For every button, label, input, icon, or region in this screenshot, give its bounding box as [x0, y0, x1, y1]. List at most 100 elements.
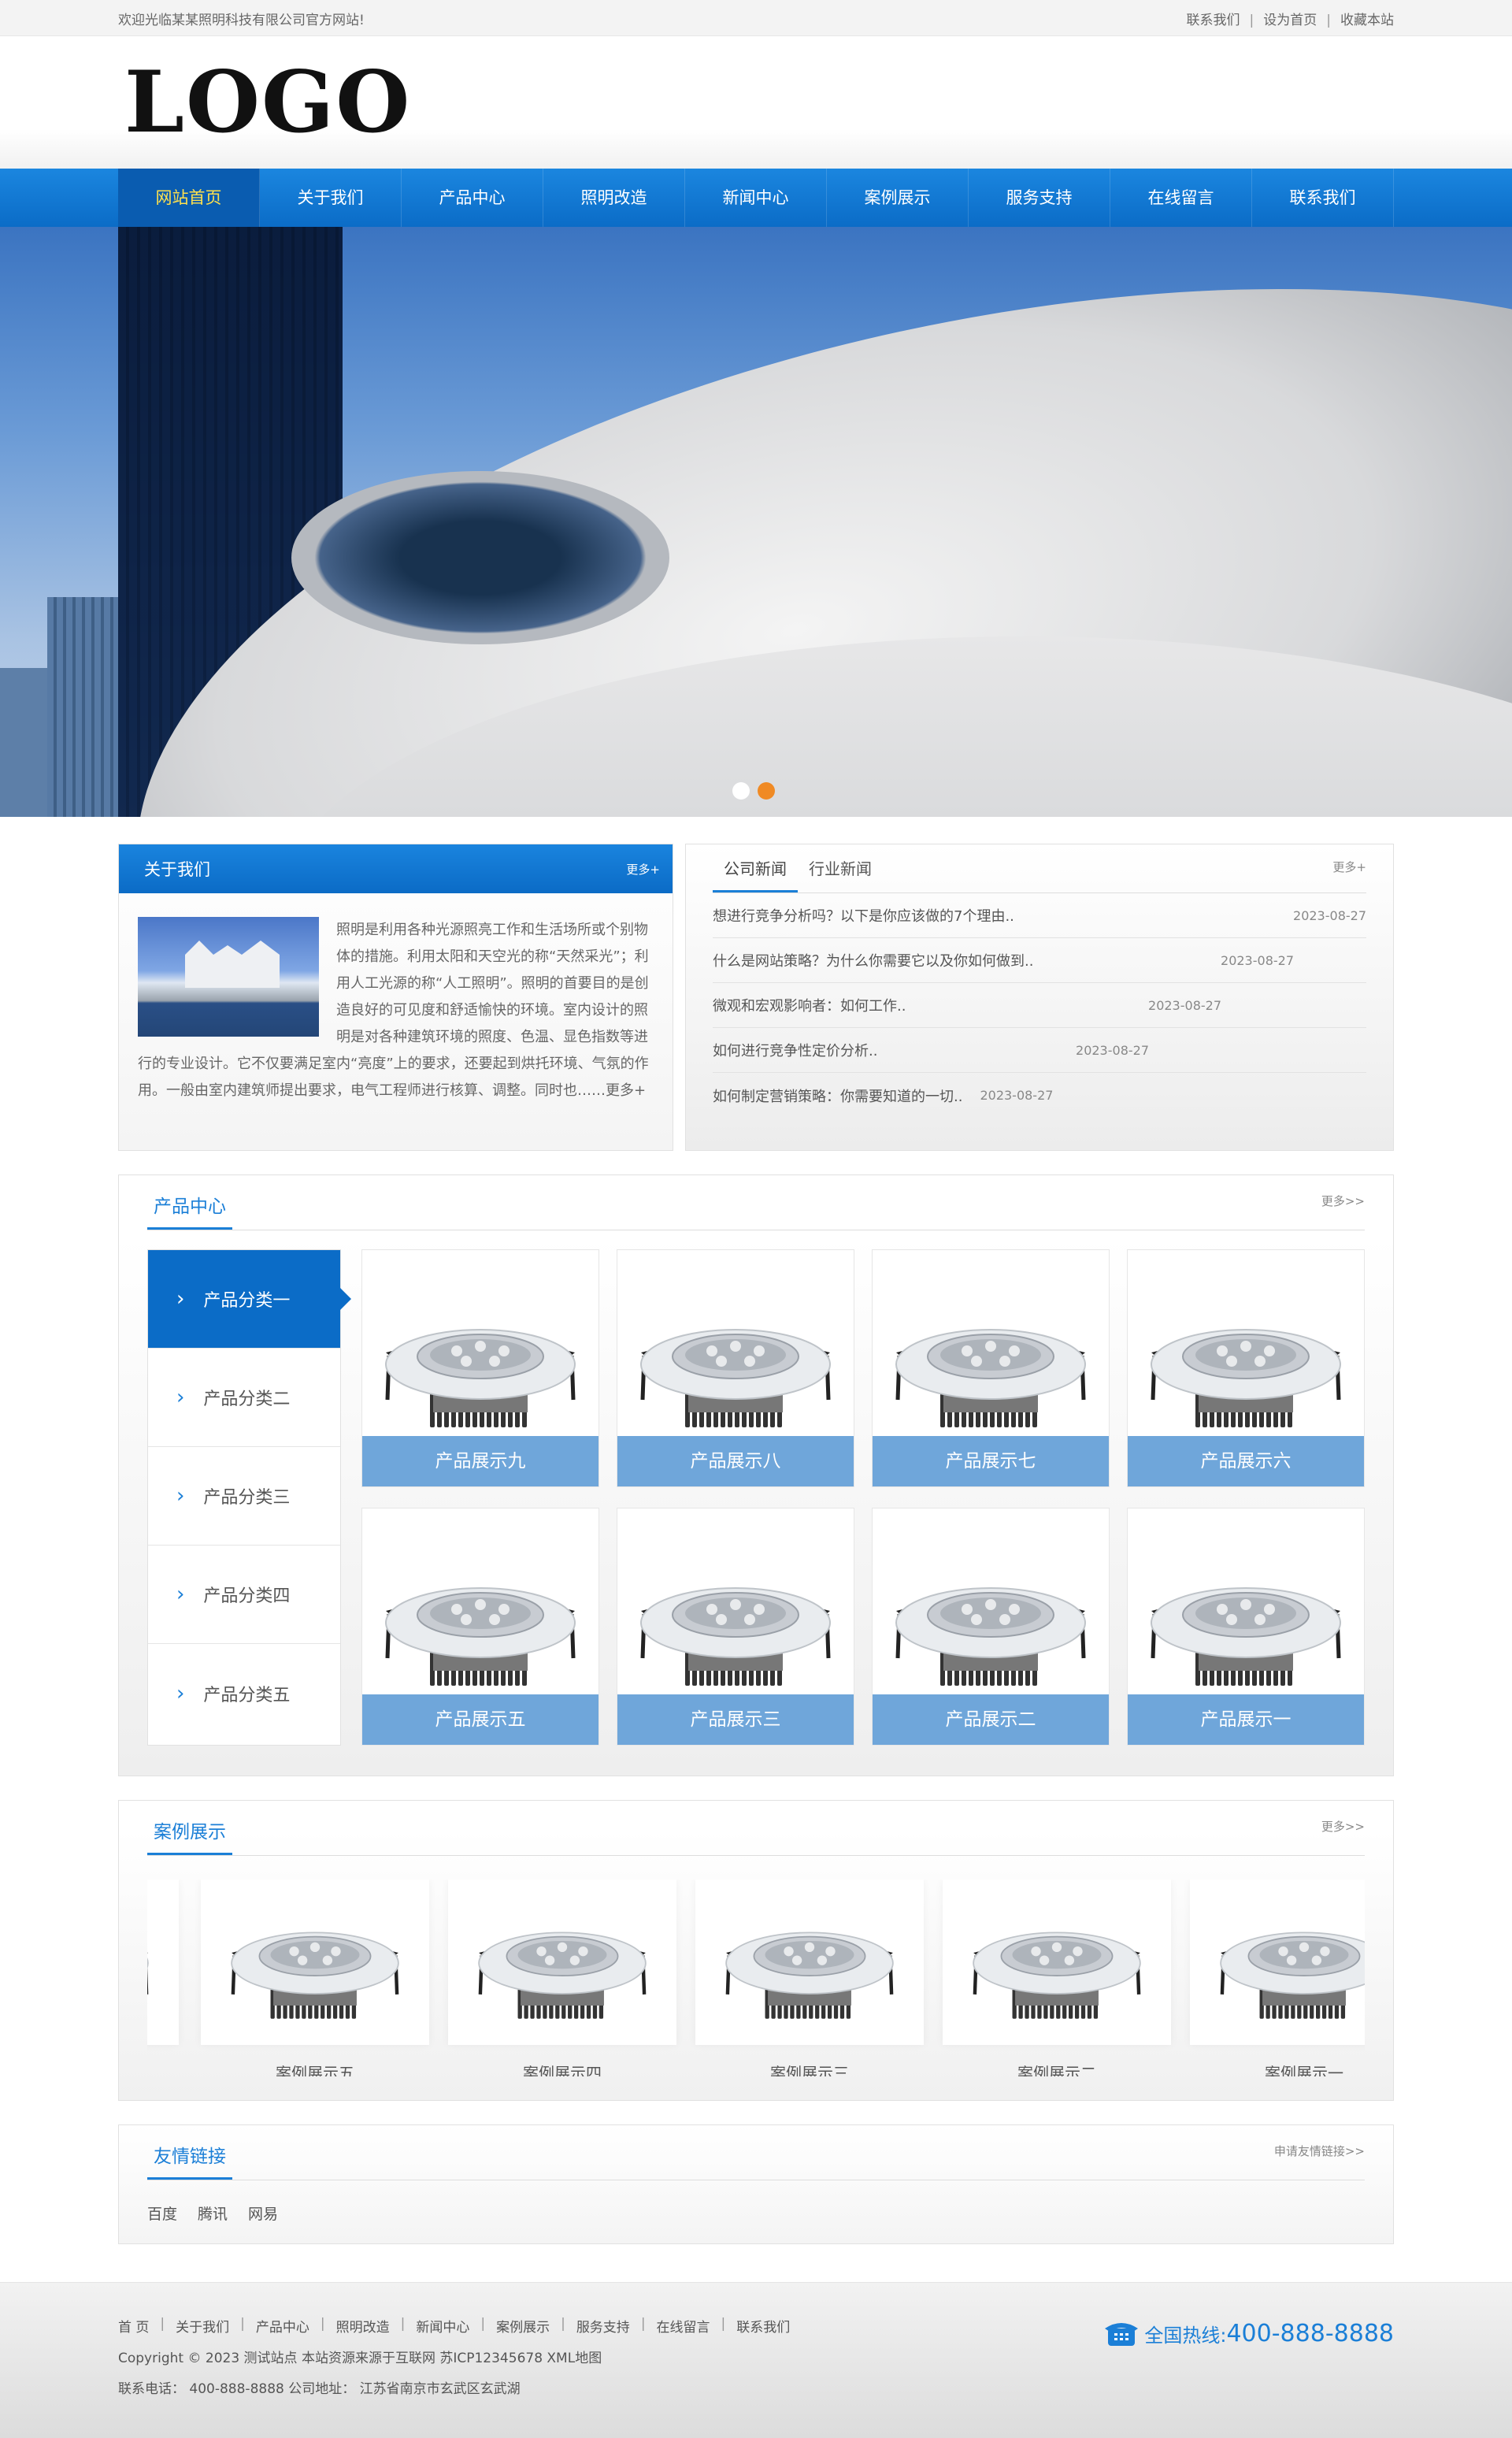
footer-link-products[interactable]: 产品中心	[256, 2316, 309, 2336]
case-item[interactable]: 案例展示一	[1190, 1880, 1365, 2076]
friend-link-baidu[interactable]: 百度	[147, 2202, 177, 2224]
footer-link-cases[interactable]: 案例展示	[496, 2316, 550, 2336]
case-carousel: 案例展示五 案例展示四 案例展示三 案例展示二 案例展示一	[147, 1880, 1365, 2076]
product-category-item[interactable]: › 产品分类五	[148, 1644, 340, 1742]
case-header: 案例展示 更多>>	[147, 1801, 1365, 1856]
product-card[interactable]: 产品展示八	[617, 1249, 854, 1487]
case-item[interactable]: 案例展示四	[448, 1880, 676, 2076]
news-more-link[interactable]: 更多+	[1332, 859, 1366, 892]
friend-links-section: 友情链接 申请友情链接>> 百度 腾讯 网易	[118, 2124, 1394, 2244]
product-category-item[interactable]: › 产品分类二	[148, 1349, 340, 1447]
tab-company-news[interactable]: 公司新闻	[713, 856, 798, 892]
apply-friend-link[interactable]: 申请友情链接>>	[1274, 2143, 1365, 2180]
logo[interactable]: LOGO	[118, 36, 1394, 169]
case-item[interactable]: 案例展示三	[695, 1880, 924, 2076]
banner-building	[0, 668, 47, 817]
product-card[interactable]: 产品展示六	[1127, 1249, 1365, 1487]
category-label: 产品分类二	[203, 1390, 291, 1409]
footer-link-retrofit[interactable]: 照明改造	[336, 2316, 390, 2336]
separator: |	[721, 2316, 726, 2332]
separator: |	[240, 2316, 245, 2332]
product-caption: 产品展示一	[1128, 1694, 1364, 1745]
separator: |	[320, 2316, 325, 2332]
product-image	[1136, 1564, 1356, 1701]
news-date: 2023-08-27	[1148, 997, 1221, 1013]
nav-item-message[interactable]: 在线留言	[1110, 169, 1252, 227]
news-date: 2023-08-27	[1293, 907, 1366, 923]
case-more-link[interactable]: 更多>>	[1321, 1818, 1365, 1855]
footer-link-news[interactable]: 新闻中心	[416, 2316, 469, 2336]
product-category-item[interactable]: › 产品分类四	[148, 1546, 340, 1644]
footer-link-message[interactable]: 在线留言	[657, 2316, 710, 2336]
product-card[interactable]: 产品展示五	[361, 1508, 599, 1746]
news-date: 2023-08-27	[1076, 1042, 1149, 1058]
slider-dot-1[interactable]	[732, 782, 750, 800]
product-image	[1136, 1305, 1356, 1442]
product-header: 产品中心 更多>>	[147, 1175, 1365, 1230]
friend-link-netease[interactable]: 网易	[248, 2202, 278, 2224]
product-image	[880, 1564, 1101, 1701]
nav-item-lighting-retrofit[interactable]: 照明改造	[543, 169, 685, 227]
category-label: 产品分类四	[203, 1586, 291, 1606]
footer-link-service[interactable]: 服务支持	[576, 2316, 630, 2336]
nav-item-cases[interactable]: 案例展示	[827, 169, 969, 227]
top-link-contact[interactable]: 联系我们	[1187, 13, 1240, 28]
news-item[interactable]: 如何进行竞争性定价分析.. 2023-08-27	[713, 1028, 1366, 1073]
about-text-more-link[interactable]: 更多+	[606, 1082, 646, 1099]
news-item[interactable]: 什么是网站策略？为什么你需要它以及你如何做到.. 2023-08-27	[713, 938, 1366, 983]
product-image	[625, 1564, 846, 1701]
case-image	[147, 1880, 179, 2045]
product-category-item[interactable]: › 产品分类三	[148, 1447, 340, 1546]
separator: |	[1326, 12, 1331, 28]
product-image	[370, 1305, 591, 1442]
chevron-right-icon: ›	[176, 1583, 185, 1606]
friend-link-tencent[interactable]: 腾讯	[198, 2202, 228, 2224]
case-image	[1190, 1880, 1365, 2045]
chevron-right-icon: ›	[176, 1386, 185, 1409]
case-image	[943, 1880, 1171, 2045]
case-item[interactable]: 案例展示二	[943, 1880, 1171, 2076]
news-item[interactable]: 如何制定营销策略：你需要知道的一切.. 2023-08-27	[713, 1073, 1366, 1118]
product-card[interactable]: 产品展示三	[617, 1508, 854, 1746]
tab-industry-news[interactable]: 行业新闻	[798, 856, 883, 892]
product-card[interactable]: 产品展示九	[361, 1249, 599, 1487]
product-category-list: › 产品分类一 › 产品分类二 › 产品分类三 › 产品分类四 › 产品分类五	[147, 1249, 351, 1746]
nav-item-service[interactable]: 服务支持	[969, 169, 1110, 227]
product-card[interactable]: 产品展示一	[1127, 1508, 1365, 1746]
category-label: 产品分类五	[203, 1685, 291, 1705]
nav-item-products[interactable]: 产品中心	[402, 169, 543, 227]
product-more-link[interactable]: 更多>>	[1321, 1193, 1365, 1230]
product-image	[625, 1305, 846, 1442]
nav-item-contact[interactable]: 联系我们	[1252, 169, 1394, 227]
top-link-set-home[interactable]: 设为首页	[1263, 13, 1317, 28]
footer-link-contact[interactable]: 联系我们	[736, 2316, 790, 2336]
product-card[interactable]: 产品展示二	[872, 1508, 1110, 1746]
about-header: 关于我们 更多+	[119, 844, 673, 893]
product-title: 产品中心	[147, 1191, 232, 1230]
nav-item-home[interactable]: 网站首页	[118, 169, 260, 227]
news-item[interactable]: 微观和宏观影响者：如何工作.. 2023-08-27	[713, 983, 1366, 1028]
news-title: 什么是网站策略？为什么你需要它以及你如何做到..	[713, 953, 1034, 970]
slider-dots	[732, 782, 775, 800]
footer-link-about[interactable]: 关于我们	[176, 2316, 229, 2336]
case-name: 案例展示三	[770, 2064, 849, 2076]
product-caption: 产品展示五	[362, 1694, 598, 1745]
product-category-item[interactable]: › 产品分类一	[148, 1250, 351, 1349]
news-title: 微观和宏观影响者：如何工作..	[713, 998, 906, 1015]
nav-item-about[interactable]: 关于我们	[260, 169, 402, 227]
about-title: 关于我们	[144, 860, 210, 879]
chevron-right-icon: ›	[176, 1681, 185, 1705]
case-item-partial[interactable]	[147, 1880, 179, 2045]
nav-item-news[interactable]: 新闻中心	[685, 169, 827, 227]
about-more-link[interactable]: 更多+	[626, 861, 660, 878]
telephone-icon	[1105, 2323, 1139, 2346]
category-label: 产品分类三	[203, 1488, 291, 1508]
site-header: LOGO	[0, 36, 1512, 169]
top-bar: 欢迎光临某某照明科技有限公司官方网站! 联系我们 | 设为首页 | 收藏本站	[0, 0, 1512, 36]
case-item[interactable]: 案例展示五	[201, 1880, 429, 2076]
footer-link-home[interactable]: 首 页	[118, 2316, 149, 2336]
product-card[interactable]: 产品展示七	[872, 1249, 1110, 1487]
top-link-bookmark[interactable]: 收藏本站	[1340, 13, 1394, 28]
news-item[interactable]: 想进行竞争分析吗？以下是你应该做的7个理由.. 2023-08-27	[713, 893, 1366, 938]
slider-dot-2[interactable]	[758, 782, 775, 800]
